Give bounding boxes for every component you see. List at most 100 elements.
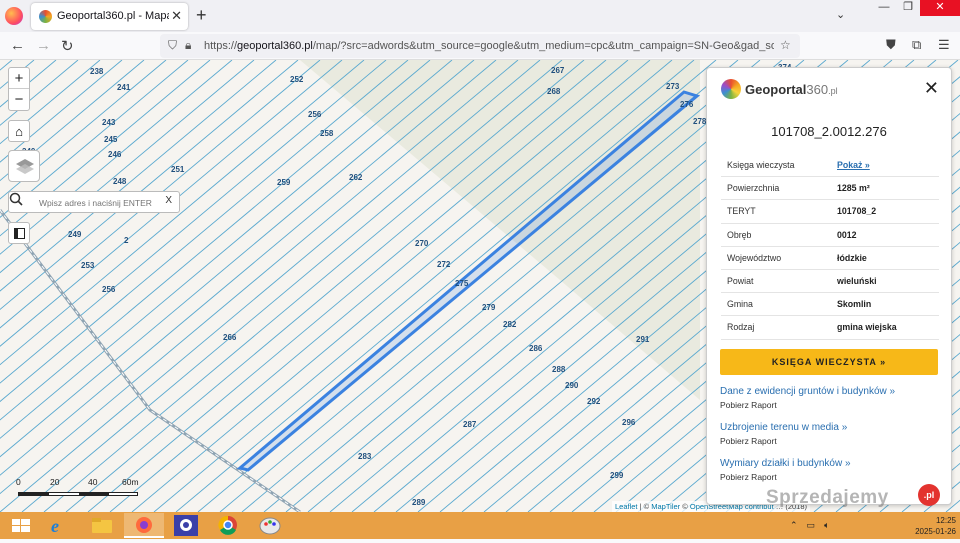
clock[interactable]: 12:25 2025-01-26 xyxy=(915,515,956,537)
parcel-boundary-line xyxy=(65,60,607,512)
map-canvas[interactable]: 238 241 252 256 258 243 245 246 2 40 248 251 259 262 2… xyxy=(0,60,960,512)
tracking-protection-icon[interactable]: ⛉ xyxy=(168,38,177,53)
back-icon[interactable]: ← xyxy=(10,37,25,54)
layers-button[interactable] xyxy=(8,150,40,182)
parcel-label: 291 xyxy=(636,335,650,344)
parcel-label: 289 xyxy=(412,498,426,507)
row-ksiega: Księga wieczysta Pokaż » xyxy=(721,154,939,178)
zoom-out-button[interactable]: − xyxy=(9,89,29,110)
row-powierzchnia: Powierzchnia 1285 m² xyxy=(721,177,939,201)
clock-time: 12:25 xyxy=(935,516,956,525)
parcel-label: 282 xyxy=(503,320,517,329)
parcel-boundary-line xyxy=(0,60,299,311)
parcel-boundary-line xyxy=(43,60,585,512)
parcel-label: 279 xyxy=(482,303,496,312)
restore-button[interactable]: ❐ xyxy=(896,0,920,16)
windows-logo-icon xyxy=(12,519,30,532)
parcel-label: 276 xyxy=(680,100,694,109)
navigation-bar: ← → ↻ ⛉ 🔒︎ https://geoportal360.pl/map/?… xyxy=(0,32,960,60)
tray-up-icon[interactable]: ⌃ xyxy=(790,520,798,531)
link-uzbrojenie: Uzbrojenie terenu w media » Pobierz Rapo… xyxy=(720,422,938,446)
parcel-label: 275 xyxy=(455,279,469,288)
geoportal-favicon-icon xyxy=(39,10,52,23)
search-icon xyxy=(9,192,23,206)
volume-icon[interactable]: 🔈︎ xyxy=(824,520,829,531)
lock-icon[interactable]: 🔒︎ xyxy=(185,38,191,53)
window-close-button[interactable]: ✕ xyxy=(920,0,960,16)
home-icon[interactable]: ⌂ xyxy=(8,120,30,142)
layers-icon xyxy=(16,159,34,174)
bookmark-star-icon[interactable]: ☆ xyxy=(780,38,791,52)
new-tab-button[interactable]: + xyxy=(196,5,207,26)
parcel-label: 238 xyxy=(90,67,104,76)
scale-bar: 0 20 40 60m xyxy=(16,477,142,501)
show-ksiega-link[interactable]: Pokaż » xyxy=(837,160,870,170)
ksiega-wieczysta-button[interactable]: KSIĘGA WIECZYSTA » xyxy=(720,349,938,375)
geoportal-logo-icon xyxy=(721,79,741,99)
link-ewidencja: Dane z ewidencji gruntów i budynków » Po… xyxy=(720,386,938,410)
ewidencja-link[interactable]: Dane z ewidencji gruntów i budynków » xyxy=(720,386,938,397)
row-teryt: TERYT 101708_2 xyxy=(721,200,939,224)
wymiary-link[interactable]: Wymiary działki i budynków » xyxy=(720,458,938,469)
field-shading xyxy=(300,60,700,400)
forward-icon[interactable]: → xyxy=(36,37,51,54)
tab-geoportal[interactable]: Geoportal360.pl - Mapa Interaktywna ✕ xyxy=(31,3,188,30)
parcel-label: 266 xyxy=(223,333,237,342)
list-tabs-icon[interactable]: ⌄ xyxy=(836,8,845,21)
explorer-taskbar-icon[interactable] xyxy=(82,513,122,538)
parcel-label: 243 xyxy=(102,118,116,127)
uzbrojenie-sub: Pobierz Raport xyxy=(720,436,777,446)
pocket-icon[interactable]: ⛊ xyxy=(886,37,896,53)
extensions-icon[interactable]: ⧉ xyxy=(912,37,921,53)
parcel-label: 251 xyxy=(171,165,185,174)
start-button[interactable] xyxy=(2,513,42,538)
address-search: X xyxy=(8,191,180,213)
zoom-in-button[interactable]: + xyxy=(9,68,29,89)
watermark-badge: .pl xyxy=(918,484,940,506)
parcel-boundary-line xyxy=(0,60,255,274)
uzbrojenie-link[interactable]: Uzbrojenie terenu w media » xyxy=(720,422,938,433)
zoom-control: + − xyxy=(8,67,30,111)
parcel-label: 290 xyxy=(565,381,579,390)
menu-icon[interactable]: ☰ xyxy=(938,37,950,53)
url-text[interactable]: https://geoportal360.pl/map/?src=adwords… xyxy=(204,40,774,52)
row-gmina: Gmina Skomlin xyxy=(721,293,939,317)
search-input[interactable] xyxy=(39,195,159,210)
parcel-label: 252 xyxy=(290,75,304,84)
parcel-info-panel: Geoportal360.pl ✕ 101708_2.0012.276 Księ… xyxy=(706,67,952,505)
leaflet-link[interactable]: Leaflet xyxy=(615,502,638,511)
search-clear-button[interactable]: X xyxy=(165,195,172,206)
parcel-label: 272 xyxy=(437,260,451,269)
row-wojewodztwo: Województwo łódzkie xyxy=(721,247,939,270)
parcel-label: 245 xyxy=(104,135,118,144)
tab-bar: Geoportal360.pl - Mapa Interaktywna ✕ + … xyxy=(0,0,960,32)
settings-taskbar-icon[interactable] xyxy=(166,513,206,538)
row-obreb: Obręb 0012 xyxy=(721,224,939,247)
maptiler-link[interactable]: MapTiler xyxy=(651,502,680,511)
link-wymiary: Wymiary działki i budynków » Pobierz Rap… xyxy=(720,458,938,482)
reload-icon[interactable]: ↻ xyxy=(61,37,74,55)
sidebar-toggle-button[interactable] xyxy=(8,222,30,244)
window-controls: — ❐ ✕ xyxy=(872,0,960,18)
ie-taskbar-icon[interactable]: e xyxy=(40,513,80,538)
parcel-label: 286 xyxy=(529,344,543,353)
tab-close-icon[interactable]: ✕ xyxy=(171,8,182,24)
scale-line xyxy=(18,492,138,496)
network-icon[interactable]: ▭ xyxy=(807,520,816,531)
parcel-label: 268 xyxy=(547,87,561,96)
chrome-taskbar-icon[interactable] xyxy=(208,513,248,538)
paint-taskbar-icon[interactable] xyxy=(250,513,290,538)
parcel-label: 262 xyxy=(349,173,363,182)
parcel-label: 287 xyxy=(463,420,477,429)
minimize-button[interactable]: — xyxy=(872,0,896,16)
parcel-label: 248 xyxy=(113,177,127,186)
scale-label-40: 40 xyxy=(88,477,98,487)
firefox-taskbar-icon[interactable] xyxy=(124,513,164,538)
address-bar[interactable]: ⛉ 🔒︎ https://geoportal360.pl/map/?src=ad… xyxy=(160,34,800,58)
system-tray: ⌃ ▭ 🔈︎ xyxy=(790,520,829,531)
firefox-icon[interactable] xyxy=(5,7,23,25)
parcel-label: 2 xyxy=(124,236,129,245)
road-centerline xyxy=(0,209,301,512)
parcel-boundary-line xyxy=(0,60,343,347)
panel-close-icon[interactable]: ✕ xyxy=(924,79,939,97)
